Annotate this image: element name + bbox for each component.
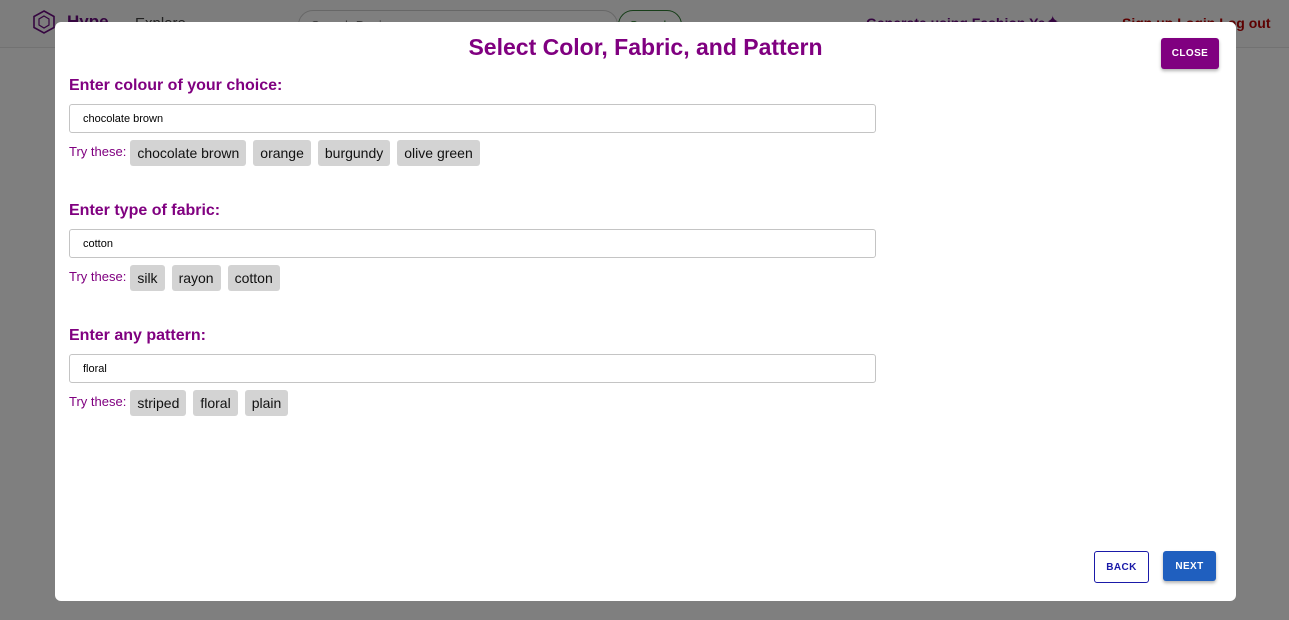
pattern-suggestions: Try these: striped floral plain bbox=[69, 390, 877, 416]
pattern-label: Enter any pattern: bbox=[69, 327, 206, 344]
back-button[interactable]: BACK bbox=[1094, 551, 1149, 583]
fabric-label: Enter type of fabric: bbox=[69, 202, 221, 219]
fabric-input[interactable] bbox=[69, 229, 876, 258]
next-button[interactable]: NEXT bbox=[1163, 551, 1216, 581]
color-label: Enter colour of your choice: bbox=[69, 77, 283, 94]
color-section: Enter colour of your choice: Try these: … bbox=[69, 76, 877, 166]
selection-modal: Select Color, Fabric, and Pattern CLOSE … bbox=[55, 22, 1236, 601]
try-these-label: Try these: bbox=[69, 144, 127, 159]
pattern-chip-floral[interactable]: floral bbox=[193, 390, 238, 416]
color-chip-olive-green[interactable]: olive green bbox=[397, 140, 480, 166]
color-chip-orange[interactable]: orange bbox=[253, 140, 311, 166]
try-these-label: Try these: bbox=[69, 269, 127, 284]
pattern-section: Enter any pattern: Try these: striped fl… bbox=[69, 326, 877, 416]
modal-title: Select Color, Fabric, and Pattern bbox=[468, 34, 823, 60]
pattern-input[interactable] bbox=[69, 354, 876, 383]
fabric-section: Enter type of fabric: Try these: silk ra… bbox=[69, 201, 877, 291]
try-these-label: Try these: bbox=[69, 394, 127, 409]
fabric-suggestions: Try these: silk rayon cotton bbox=[69, 265, 877, 291]
color-chip-chocolate-brown[interactable]: chocolate brown bbox=[130, 140, 247, 166]
fabric-chip-silk[interactable]: silk bbox=[130, 265, 165, 291]
color-input[interactable] bbox=[69, 104, 876, 133]
pattern-chip-plain[interactable]: plain bbox=[244, 390, 289, 416]
fabric-chip-cotton[interactable]: cotton bbox=[227, 265, 280, 291]
pattern-chip-striped[interactable]: striped bbox=[130, 390, 187, 416]
color-chip-burgundy[interactable]: burgundy bbox=[317, 140, 391, 166]
close-button[interactable]: CLOSE bbox=[1161, 38, 1219, 69]
color-suggestions: Try these: chocolate brown orange burgun… bbox=[69, 140, 877, 166]
fabric-chip-rayon[interactable]: rayon bbox=[171, 265, 221, 291]
